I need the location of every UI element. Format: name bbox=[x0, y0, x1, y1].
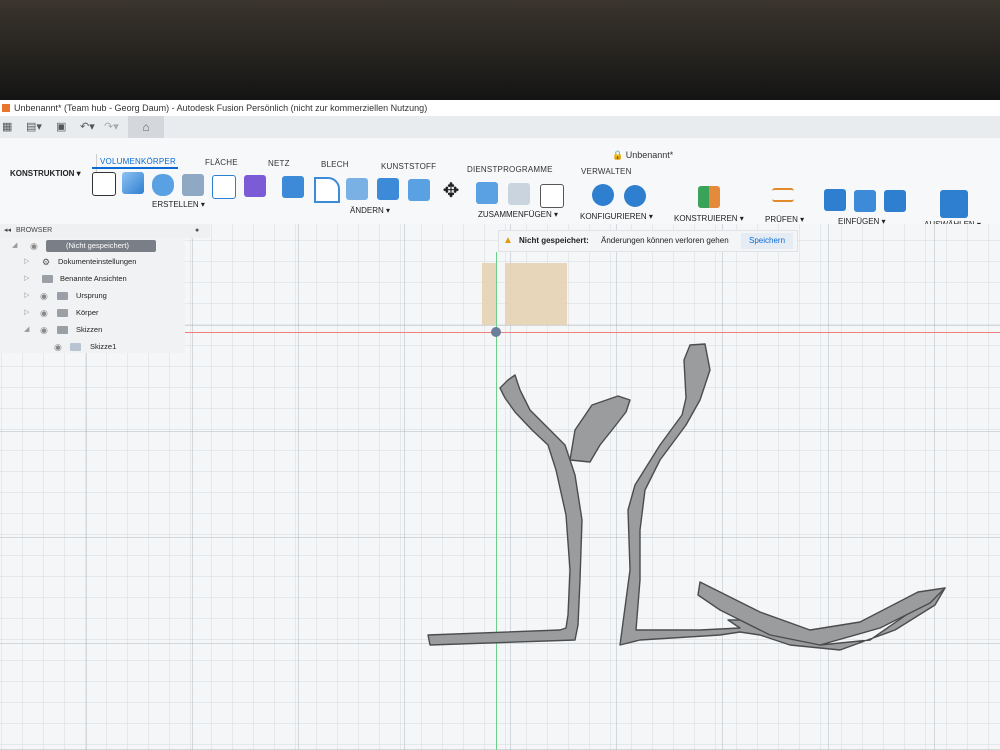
expand-arrow-icon[interactable]: ▷ bbox=[24, 271, 29, 287]
expand-arrow-icon[interactable]: ▷ bbox=[24, 305, 29, 321]
folder-icon bbox=[57, 292, 68, 300]
folder-icon bbox=[42, 275, 53, 283]
visibility-eye-icon[interactable]: ◉ bbox=[40, 305, 48, 321]
browser-tree: ◢ ◉ (Nicht gespeichert) ▷ ⚙ Dokumenteins… bbox=[0, 238, 185, 353]
expand-arrow-icon[interactable]: ▷ bbox=[24, 288, 29, 304]
body-figure[interactable] bbox=[0, 100, 1000, 750]
visibility-eye-icon[interactable]: ◉ bbox=[40, 288, 48, 304]
tree-label: Dokumenteinstellungen bbox=[58, 257, 137, 266]
browser-pin-icon[interactable]: ● bbox=[195, 224, 199, 238]
tree-item-koerper[interactable]: ▷ ◉ Körper bbox=[0, 305, 185, 321]
tree-label: Skizzen bbox=[76, 325, 103, 334]
sketch-icon bbox=[70, 343, 81, 351]
collapse-arrow-icon[interactable]: ◢ bbox=[24, 322, 29, 338]
browser-collapse-icon[interactable]: ◂◂ bbox=[4, 224, 11, 238]
tree-label: Körper bbox=[76, 308, 99, 317]
fusion-window: Unbenannt* (Team hub - Georg Daum) - Aut… bbox=[0, 100, 1000, 750]
browser-header: ◂◂ BROWSER ● bbox=[0, 224, 210, 238]
monitor-bezel bbox=[0, 0, 1000, 100]
collapse-arrow-icon[interactable]: ◢ bbox=[12, 238, 17, 254]
expand-arrow-icon[interactable]: ▷ bbox=[24, 254, 29, 270]
settings-gear-icon: ⚙ bbox=[42, 257, 51, 267]
visibility-eye-icon[interactable]: ◉ bbox=[54, 339, 62, 355]
warning-icon: ▲ bbox=[503, 235, 513, 246]
browser-title: BROWSER bbox=[16, 227, 53, 234]
tree-root[interactable]: ◢ ◉ (Nicht gespeichert) bbox=[0, 238, 160, 254]
tree-item-skizze1[interactable]: ◉ Skizze1 bbox=[0, 339, 185, 355]
tree-label: Ursprung bbox=[76, 291, 107, 300]
folder-icon bbox=[57, 326, 68, 334]
warning-title: Nicht gespeichert: bbox=[519, 236, 589, 245]
unsaved-warning-bar: ▲ Nicht gespeichert: Änderungen können v… bbox=[498, 230, 798, 252]
folder-icon bbox=[57, 309, 68, 317]
head[interactable] bbox=[569, 395, 631, 463]
visibility-eye-icon[interactable]: ◉ bbox=[30, 238, 38, 254]
tree-label: Benannte Ansichten bbox=[60, 274, 127, 283]
save-button[interactable]: Speichern bbox=[741, 233, 794, 249]
left-arm-leg[interactable] bbox=[427, 374, 583, 646]
warning-message: Änderungen können verloren gehen bbox=[601, 236, 729, 245]
tree-item-benannte-ansichten[interactable]: ▷ Benannte Ansichten bbox=[0, 271, 185, 287]
tray-arc[interactable] bbox=[697, 581, 946, 646]
tree-item-ursprung[interactable]: ▷ ◉ Ursprung bbox=[0, 288, 185, 304]
visibility-eye-icon[interactable]: ◉ bbox=[40, 322, 48, 338]
tree-item-dokumenteinstellungen[interactable]: ▷ ⚙ Dokumenteinstellungen bbox=[0, 254, 185, 270]
tree-item-skizzen[interactable]: ◢ ◉ Skizzen bbox=[0, 322, 185, 338]
tree-label: Skizze1 bbox=[90, 342, 117, 351]
root-label: (Nicht gespeichert) bbox=[46, 240, 156, 252]
